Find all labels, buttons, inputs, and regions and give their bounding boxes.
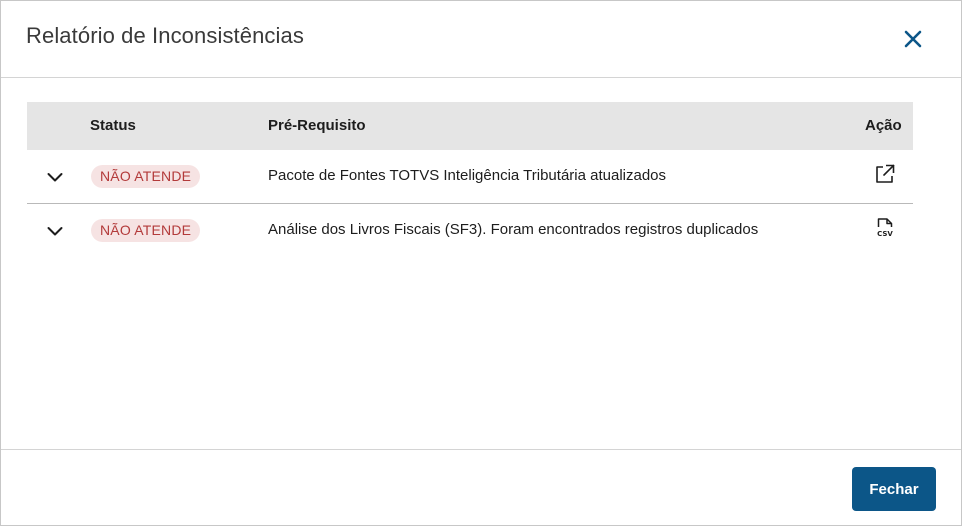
prerequisite-text: Análise dos Livros Fiscais (SF3). Foram … [268, 221, 759, 238]
column-header-action: Ação [865, 117, 902, 134]
inconsistency-table: Status Pré-Requisito Ação NÃO ATENDE Pac… [27, 102, 913, 257]
table-header: Status Pré-Requisito Ação [27, 102, 913, 150]
external-link-icon[interactable] [873, 162, 897, 186]
status-badge: NÃO ATENDE [91, 165, 201, 188]
svg-text:CSV: CSV [877, 230, 893, 238]
chevron-down-icon[interactable] [45, 221, 65, 241]
column-header-prerequisite: Pré-Requisito [268, 117, 366, 134]
modal-title: Relatório de Inconsistências [26, 23, 304, 48]
chevron-down-icon[interactable] [45, 167, 65, 187]
close-button[interactable]: Fechar [852, 467, 936, 511]
column-header-status: Status [90, 117, 136, 134]
modal-header: Relatório de Inconsistências [1, 1, 961, 78]
status-badge: NÃO ATENDE [91, 219, 201, 242]
inconsistency-report-modal: Relatório de Inconsistências Status Pré-… [0, 0, 962, 526]
prerequisite-text: Pacote de Fontes TOTVS Inteligência Trib… [268, 167, 667, 184]
csv-file-icon[interactable]: CSV [873, 216, 897, 240]
modal-footer: Fechar [1, 449, 961, 526]
table-row: NÃO ATENDE Análise dos Livros Fiscais (S… [27, 204, 913, 257]
close-icon[interactable] [901, 27, 925, 51]
table-row: NÃO ATENDE Pacote de Fontes TOTVS Inteli… [27, 150, 913, 204]
